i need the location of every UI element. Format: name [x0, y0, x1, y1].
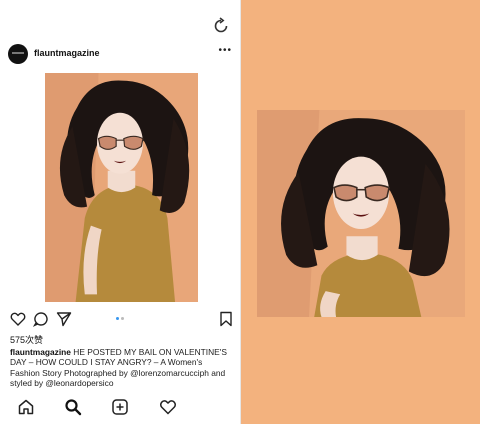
post-caption: flauntmagazine HE POSTED MY BAIL ON VALE…	[10, 347, 232, 389]
fashion-photo	[45, 73, 198, 302]
home-icon[interactable]	[17, 398, 35, 416]
post-photo[interactable]	[45, 73, 198, 302]
caption-username[interactable]: flauntmagazine	[10, 347, 71, 357]
post-header: flauntmagazine •••	[8, 44, 236, 66]
carousel-dot	[121, 317, 124, 320]
zoomed-photo[interactable]	[257, 110, 465, 317]
activity-heart-icon[interactable]	[159, 398, 177, 416]
avatar[interactable]	[8, 44, 28, 64]
carousel-dot	[116, 317, 119, 320]
refresh-icon[interactable]	[212, 17, 230, 35]
more-options-button[interactable]: •••	[218, 45, 232, 56]
fashion-photo-zoomed	[257, 110, 465, 317]
comment-icon[interactable]	[33, 311, 49, 327]
zoomed-photo-view	[241, 0, 480, 424]
bottom-tab-bar	[0, 398, 240, 420]
heart-icon[interactable]	[10, 311, 26, 327]
like-count[interactable]: 575次赞	[10, 333, 43, 346]
instagram-post-screen: flauntmagazine ••• 575次赞 flauntmagazine …	[0, 0, 240, 424]
send-icon[interactable]	[56, 311, 72, 327]
carousel-indicator	[116, 317, 126, 321]
search-icon[interactable]	[64, 398, 82, 416]
add-post-icon[interactable]	[111, 398, 129, 416]
bookmark-icon[interactable]	[218, 311, 234, 327]
username[interactable]: flauntmagazine	[34, 48, 100, 58]
